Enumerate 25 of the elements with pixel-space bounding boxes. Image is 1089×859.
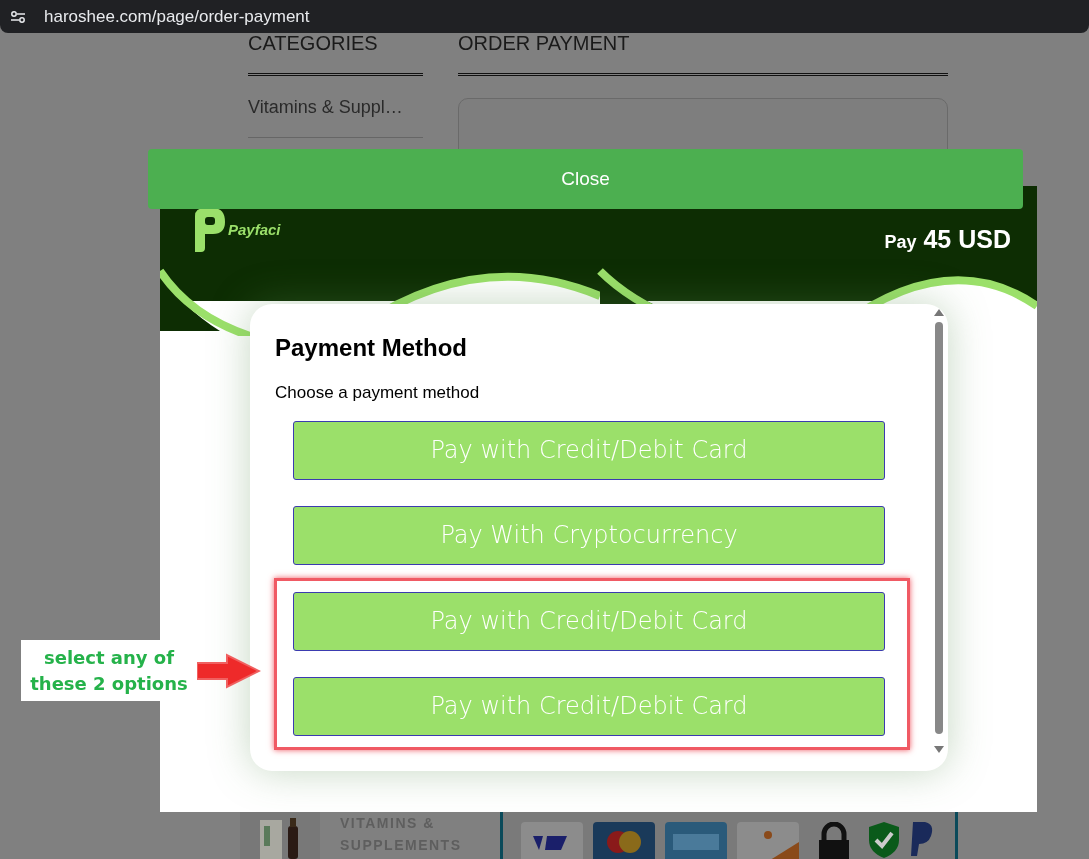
payment-option-button[interactable]: Pay with Credit/Debit Card: [293, 591, 885, 651]
section-heading: ORDER PAYMENT: [458, 33, 631, 53]
payment-option-button[interactable]: Pay with Credit/Debit Card: [293, 420, 885, 480]
paypal-logo-icon: [909, 822, 935, 858]
close-button[interactable]: Close: [148, 149, 1023, 209]
card-logo-icon: [521, 822, 583, 859]
brand-name: Payfaci: [228, 219, 281, 240]
card-logo-icon: [737, 822, 799, 859]
site-settings-icon[interactable]: [10, 9, 26, 24]
pay-label: Pay: [884, 231, 917, 254]
card-logo-icon: [593, 822, 655, 859]
card-logo-icon: [665, 822, 727, 859]
shield-check-icon: [869, 822, 899, 858]
payment-option-button[interactable]: Pay With Cryptocurrency: [293, 505, 885, 565]
arrow-icon: [197, 652, 261, 689]
scroll-down-icon[interactable]: [934, 746, 944, 754]
sidebar-item[interactable]: Vitamins & Suppl…: [248, 78, 423, 138]
brand-logo-icon: [195, 208, 225, 252]
url-text[interactable]: haroshee.com/page/order-payment: [44, 3, 310, 30]
sidebar-heading: CATEGORIES: [248, 33, 379, 53]
card-heading: Payment Method: [275, 333, 469, 363]
payment-option-button[interactable]: Pay with Credit/Debit Card: [293, 676, 885, 736]
amount-text: 45 USD: [923, 224, 1011, 255]
scroll-up-icon[interactable]: [934, 308, 944, 316]
card-subtitle: Choose a payment method: [275, 382, 481, 404]
